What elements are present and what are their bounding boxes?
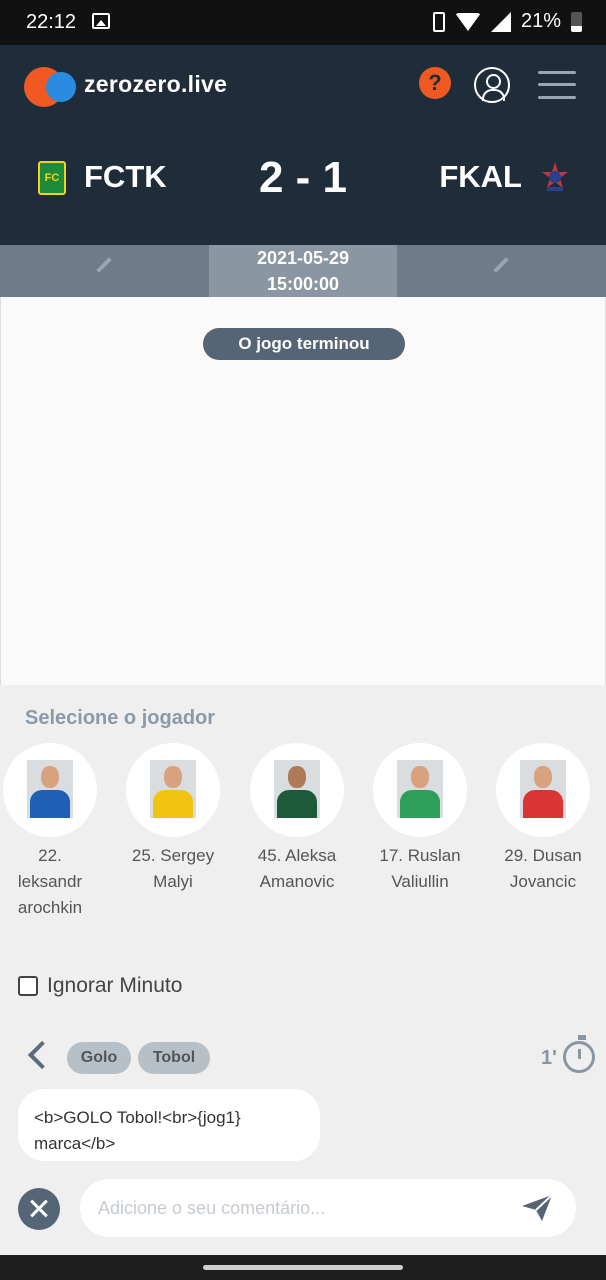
select-player-heading: Selecione o jogador bbox=[25, 707, 216, 729]
send-icon[interactable] bbox=[520, 1193, 554, 1223]
player-avatar[interactable] bbox=[373, 743, 467, 837]
event-minute[interactable]: 1' bbox=[541, 1047, 557, 1070]
battery-icon bbox=[571, 11, 582, 32]
player-name: 25. Sergey Malyi bbox=[131, 846, 215, 891]
match-datetime: 2021-05-29 15:00:00 bbox=[209, 245, 397, 297]
edit-away-pencil-icon[interactable] bbox=[493, 257, 509, 273]
player-name: 45. Aleksa Amanovic bbox=[257, 846, 337, 891]
away-team-code: FKAL bbox=[439, 159, 522, 194]
match-date-bar: 2021-05-29 15:00:00 bbox=[0, 245, 606, 297]
edit-home-pencil-icon[interactable] bbox=[96, 257, 112, 273]
ignore-minute-checkbox[interactable] bbox=[18, 976, 38, 996]
player-carousel[interactable]: 22. leksandr arochkin 25. Sergey Malyi 4… bbox=[0, 743, 606, 923]
ignore-minute-label[interactable]: Ignorar Minuto bbox=[47, 974, 182, 998]
event-message-preview: <b>GOLO Tobol!<br>{jog1} marca</b> bbox=[18, 1089, 320, 1161]
player-option[interactable]: 45. Aleksa Amanovic bbox=[241, 743, 353, 895]
player-name: 17. Ruslan Valiullin bbox=[379, 846, 461, 891]
wifi-icon bbox=[454, 12, 481, 31]
stopwatch-icon[interactable] bbox=[563, 1035, 595, 1073]
signal-icon bbox=[490, 11, 511, 32]
player-name: 29. Dusan Jovancic bbox=[504, 846, 582, 891]
back-chevron-icon[interactable] bbox=[27, 1040, 57, 1070]
user-account-icon[interactable] bbox=[474, 67, 510, 103]
home-gesture-bar[interactable] bbox=[203, 1265, 403, 1270]
player-name: 22. leksandr arochkin bbox=[17, 846, 83, 917]
event-team-tag[interactable]: Tobol bbox=[138, 1042, 210, 1074]
vibrate-icon bbox=[432, 11, 445, 32]
close-icon[interactable] bbox=[18, 1188, 60, 1230]
comment-input[interactable] bbox=[80, 1179, 576, 1237]
player-option[interactable]: 17. Ruslan Valiullin bbox=[364, 743, 476, 895]
player-option[interactable]: 22. leksandr arochkin bbox=[0, 743, 106, 921]
help-icon[interactable]: ? bbox=[419, 67, 451, 99]
battery-percent: 21% bbox=[520, 10, 561, 32]
status-bar: 22:12 21% bbox=[0, 0, 606, 45]
match-date: 2021-05-29 bbox=[256, 248, 350, 268]
brand-name[interactable]: zerozero.live bbox=[84, 71, 227, 98]
live-feed-area: O jogo terminou bbox=[0, 297, 606, 685]
hamburger-menu-icon[interactable] bbox=[538, 69, 576, 101]
match-status-badge: O jogo terminou bbox=[203, 328, 405, 360]
player-avatar[interactable] bbox=[496, 743, 590, 837]
player-option[interactable]: 29. Dusan Jovancic bbox=[487, 743, 599, 895]
image-notification-icon bbox=[92, 13, 110, 29]
player-avatar[interactable] bbox=[3, 743, 97, 837]
ignore-minute-option[interactable]: Ignorar Minuto bbox=[18, 974, 182, 998]
player-avatar[interactable] bbox=[250, 743, 344, 837]
event-tag-row: Golo Tobol 1' bbox=[0, 1035, 606, 1081]
status-icons: 21% bbox=[432, 10, 582, 33]
app-header: zerozero.live ? FC FCTK 2 - 1 FKAL bbox=[0, 45, 606, 245]
status-time: 22:12 bbox=[26, 11, 77, 33]
player-avatar[interactable] bbox=[126, 743, 220, 837]
system-nav-bar bbox=[0, 1255, 606, 1280]
event-editor-panel: Selecione o jogador 22. leksandr arochki… bbox=[0, 685, 606, 1255]
zerozero-logo-icon[interactable] bbox=[24, 67, 76, 107]
event-type-tag[interactable]: Golo bbox=[67, 1042, 131, 1074]
player-option[interactable]: 25. Sergey Malyi bbox=[117, 743, 229, 895]
away-team-crest-icon bbox=[542, 162, 568, 191]
match-time: 15:00:00 bbox=[266, 274, 340, 294]
